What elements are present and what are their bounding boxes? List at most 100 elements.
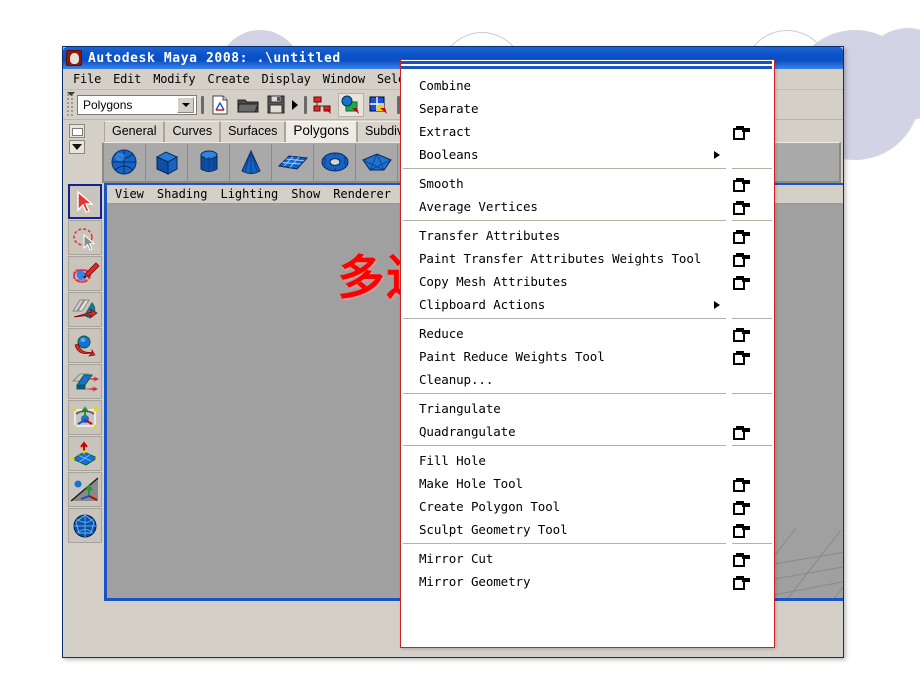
option-box-icon[interactable]: [733, 351, 745, 365]
select-by-hierarchy-icon[interactable]: [310, 93, 336, 117]
mesh-dropdown-menu: Combine Separate Extract Booleans Smooth…: [400, 59, 775, 648]
menu-item-separate[interactable]: Separate: [401, 97, 774, 120]
select-tool[interactable]: [68, 184, 102, 219]
menu-item-label: Average Vertices: [419, 199, 538, 214]
poly-plane-icon[interactable]: [272, 143, 314, 181]
toolbar-grip[interactable]: [66, 91, 75, 117]
show-manipulator-tool[interactable]: [68, 472, 102, 507]
menu-window[interactable]: Window: [317, 70, 371, 88]
viewport-menu-lighting[interactable]: Lighting: [220, 187, 286, 201]
menu-create[interactable]: Create: [201, 70, 255, 88]
poly-cube-icon[interactable]: [146, 143, 188, 181]
menu-display[interactable]: Display: [256, 70, 317, 88]
option-box-icon[interactable]: [733, 253, 745, 267]
menu-item-label: Mirror Cut: [419, 551, 494, 566]
option-box-icon[interactable]: [733, 201, 745, 215]
menu-file[interactable]: File: [67, 70, 107, 88]
lasso-select-tool[interactable]: [68, 220, 102, 255]
move-tool[interactable]: [68, 292, 102, 327]
option-box-icon[interactable]: [733, 478, 745, 492]
save-scene-icon[interactable]: [263, 93, 289, 117]
menu-item-label: Make Hole Tool: [419, 476, 523, 491]
universal-manipulator-tool[interactable]: [68, 400, 102, 435]
shelf-tab-general[interactable]: General: [104, 121, 165, 142]
option-box-icon[interactable]: [733, 230, 745, 244]
menu-item-clipboard-actions[interactable]: Clipboard Actions: [401, 293, 774, 316]
decorative-circle: [862, 28, 920, 120]
chevron-down-icon[interactable]: [177, 96, 194, 113]
menu-item-label: Transfer Attributes: [419, 228, 561, 243]
viewport-menu-shading[interactable]: Shading: [157, 187, 216, 201]
rotate-tool[interactable]: [68, 328, 102, 363]
menu-item-triangulate[interactable]: Triangulate: [401, 397, 774, 420]
menu-item-transfer-attributes[interactable]: Transfer Attributes: [401, 224, 774, 247]
menu-item-cleanup[interactable]: Cleanup...: [401, 368, 774, 391]
poly-prism-icon[interactable]: [356, 143, 398, 181]
option-box-icon[interactable]: [733, 524, 745, 538]
option-box-icon[interactable]: [733, 576, 745, 590]
shelf-tab-surfaces[interactable]: Surfaces: [220, 121, 286, 142]
menu-set-select[interactable]: Polygons: [77, 94, 197, 115]
open-scene-icon[interactable]: [235, 93, 261, 117]
menu-modify[interactable]: Modify: [147, 70, 201, 88]
expand-arrow-icon[interactable]: [290, 100, 300, 110]
toolbox-panel: [66, 183, 104, 601]
menu-item-quadrangulate[interactable]: Quadrangulate: [401, 420, 774, 443]
menu-item-label: Extract: [419, 124, 471, 139]
viewport-menu-renderer[interactable]: Renderer: [333, 187, 399, 201]
option-box-icon[interactable]: [733, 276, 745, 290]
option-box-icon[interactable]: [733, 328, 745, 342]
scale-tool[interactable]: [68, 364, 102, 399]
menu-item-combine[interactable]: Combine: [401, 74, 774, 97]
viewport-menu-view[interactable]: View: [115, 187, 152, 201]
option-box-icon[interactable]: [733, 426, 745, 440]
menu-tear-off-handle[interactable]: [401, 60, 774, 70]
poly-sphere-icon[interactable]: [104, 143, 146, 181]
menu-set-value: Polygons: [83, 97, 133, 112]
menu-item-copy-mesh-attributes[interactable]: Copy Mesh Attributes: [401, 270, 774, 293]
menu-item-fill-hole[interactable]: Fill Hole: [401, 449, 774, 472]
menu-item-label: Quadrangulate: [419, 424, 516, 439]
select-by-component-type-icon[interactable]: [366, 93, 392, 117]
menu-item-mirror-cut[interactable]: Mirror Cut: [401, 547, 774, 570]
viewport-menu-show[interactable]: Show: [291, 187, 328, 201]
menu-item-paint-transfer-attributes-weights-tool[interactable]: Paint Transfer Attributes Weights Tool: [401, 247, 774, 270]
option-box-icon[interactable]: [733, 501, 745, 515]
menu-item-label: Combine: [419, 78, 471, 93]
menu-item-paint-reduce-weights-tool[interactable]: Paint Reduce Weights Tool: [401, 345, 774, 368]
poly-cone-icon[interactable]: [230, 143, 272, 181]
menu-item-label: Reduce: [419, 326, 464, 341]
shelf-tab-polygons[interactable]: Polygons: [285, 121, 357, 142]
menu-item-reduce[interactable]: Reduce: [401, 322, 774, 345]
menu-item-label: Sculpt Geometry Tool: [419, 522, 568, 537]
submenu-arrow-icon: [714, 150, 720, 159]
menu-item-create-polygon-tool[interactable]: Create Polygon Tool: [401, 495, 774, 518]
menu-item-label: Copy Mesh Attributes: [419, 274, 568, 289]
new-scene-icon[interactable]: [207, 93, 233, 117]
shelf-options-menu-icon[interactable]: [69, 140, 85, 154]
toolbar-separator: [197, 94, 206, 116]
option-box-icon[interactable]: [733, 178, 745, 192]
menu-item-mirror-geometry[interactable]: Mirror Geometry: [401, 570, 774, 593]
menu-item-extract[interactable]: Extract: [401, 120, 774, 143]
option-box-icon[interactable]: [733, 126, 745, 140]
menu-item-average-vertices[interactable]: Average Vertices: [401, 195, 774, 218]
poly-cylinder-icon[interactable]: [188, 143, 230, 181]
shelf-side-controls: [66, 120, 88, 183]
shelf-tab-menu-icon[interactable]: [69, 124, 85, 138]
select-by-object-type-icon[interactable]: [338, 92, 364, 117]
menu-item-booleans[interactable]: Booleans: [401, 143, 774, 166]
menu-item-make-hole-tool[interactable]: Make Hole Tool: [401, 472, 774, 495]
menu-item-sculpt-geometry-tool[interactable]: Sculpt Geometry Tool: [401, 518, 774, 541]
menu-edit[interactable]: Edit: [107, 70, 147, 88]
poly-torus-icon[interactable]: [314, 143, 356, 181]
paint-select-tool[interactable]: [68, 256, 102, 291]
last-tool-used[interactable]: [68, 508, 102, 543]
menu-item-label: Paint Transfer Attributes Weights Tool: [419, 251, 702, 266]
menu-item-label: Smooth: [419, 176, 464, 191]
option-box-icon[interactable]: [733, 553, 745, 567]
menu-item-smooth[interactable]: Smooth: [401, 172, 774, 195]
soft-modification-tool[interactable]: [68, 436, 102, 471]
shelf-tab-curves[interactable]: Curves: [164, 121, 221, 142]
menu-item-label: Cleanup...: [419, 372, 494, 387]
